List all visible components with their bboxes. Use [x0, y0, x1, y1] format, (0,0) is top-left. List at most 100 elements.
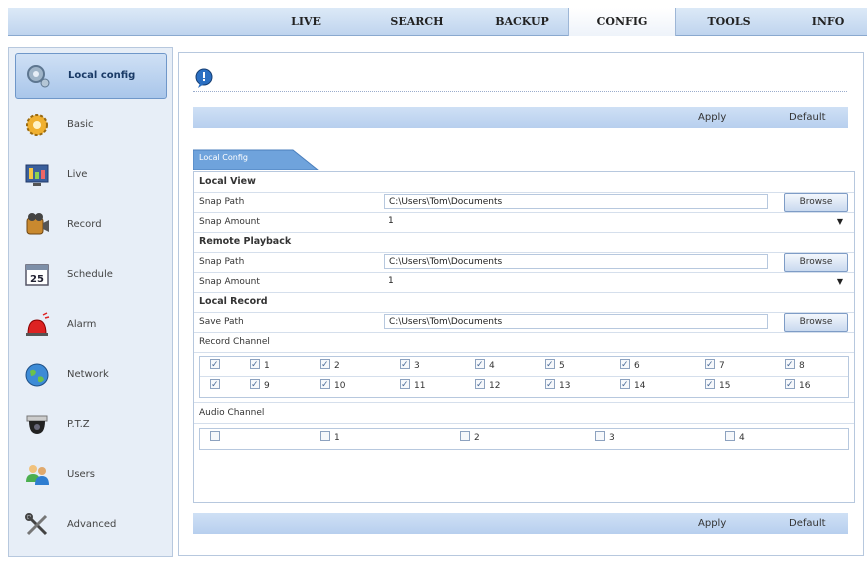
default-button[interactable]: Default: [789, 513, 826, 534]
record-channel-checkbox[interactable]: 3: [400, 356, 420, 375]
audio-channel-checkbox[interactable]: 4: [725, 429, 745, 447]
select-all-checkbox[interactable]: [210, 356, 224, 375]
sidebar-item-label: Network: [67, 369, 109, 380]
record-channel-checkbox[interactable]: 1: [250, 356, 270, 375]
sidebar-item-alarm[interactable]: Alarm: [15, 303, 165, 347]
checkbox-label: 1: [334, 433, 340, 443]
section-title: Local View: [199, 176, 256, 187]
checkbox-box: [545, 356, 555, 374]
gear-icon: [24, 62, 52, 90]
sidebar-item-network[interactable]: Network: [15, 353, 165, 397]
sidebar-item-label: P.T.Z: [67, 419, 90, 430]
default-button[interactable]: Default: [789, 107, 826, 128]
tab-tools[interactable]: TOOLS: [694, 8, 764, 35]
checkbox-box: [250, 376, 260, 394]
field-label: Snap Amount: [199, 217, 260, 227]
audio-channel-checkbox[interactable]: 2: [460, 429, 480, 447]
apply-button[interactable]: Apply: [698, 107, 726, 128]
record-camera-icon: [23, 211, 51, 239]
checkbox-label: 14: [634, 381, 646, 391]
checkbox-label: 13: [559, 381, 571, 391]
tab-local-config[interactable]: Local Config: [193, 148, 323, 170]
checkbox-label: 10: [334, 381, 346, 391]
tab-live[interactable]: LIVE: [276, 8, 336, 35]
section-remote-playback: Remote Playback: [194, 232, 854, 253]
sidebar-item-label: Record: [67, 219, 102, 230]
record-channel-checkbox[interactable]: 9: [250, 376, 270, 395]
subtab-label: Local Config: [199, 153, 248, 162]
sidebar-item-users[interactable]: Users: [15, 453, 165, 497]
record-channel-checkbox[interactable]: 2: [320, 356, 340, 375]
snap-path-field[interactable]: C:\Users\Tom\Documents: [384, 194, 768, 209]
checkbox-box: [705, 376, 715, 394]
checkbox-label: 2: [334, 361, 340, 371]
snap-amount-row: Snap Amount 1 ▼: [194, 272, 854, 293]
sidebar: Local config Basic Live Record 25 Schedu…: [8, 47, 173, 557]
save-path-field[interactable]: C:\Users\Tom\Documents: [384, 314, 768, 329]
checkbox-label: 3: [609, 433, 615, 443]
field-label: Audio Channel: [199, 408, 265, 418]
users-icon: [23, 461, 51, 489]
sidebar-item-ptz[interactable]: P.T.Z: [15, 403, 165, 447]
checkbox-box: [595, 431, 605, 441]
record-channel-checkbox[interactable]: 16: [785, 376, 811, 395]
field-label: Record Channel: [199, 337, 270, 347]
sidebar-item-basic[interactable]: Basic: [15, 103, 165, 147]
svg-text:25: 25: [30, 274, 44, 285]
record-channel-checkbox[interactable]: 13: [545, 376, 571, 395]
divider: [193, 91, 847, 92]
snap-amount-select[interactable]: 1 ▼: [384, 214, 849, 229]
record-channel-checkbox[interactable]: 12: [475, 376, 500, 395]
tab-info[interactable]: INFO: [798, 8, 858, 35]
record-channel-checkbox[interactable]: 5: [545, 356, 565, 375]
record-channel-checkbox[interactable]: 6: [620, 356, 640, 375]
tab-search[interactable]: SEARCH: [382, 8, 452, 35]
sidebar-item-live[interactable]: Live: [15, 153, 165, 197]
save-path-row: Save Path C:\Users\Tom\Documents Browse: [194, 312, 854, 333]
audio-channel-checkbox[interactable]: 1: [320, 429, 340, 447]
checkbox-box: [620, 376, 630, 394]
tab-config[interactable]: CONFIG: [568, 8, 676, 36]
browse-button[interactable]: Browse: [784, 193, 848, 212]
checkbox-label: 1: [264, 361, 270, 371]
audio-channel-grid: 1 2 3 4: [199, 428, 849, 450]
sidebar-item-schedule[interactable]: 25 Schedule: [15, 253, 165, 297]
tab-backup[interactable]: BACKUP: [482, 8, 562, 35]
field-label: Snap Path: [199, 197, 245, 207]
record-channel-checkbox[interactable]: 11: [400, 376, 425, 395]
sidebar-item-label: Advanced: [67, 519, 117, 530]
record-channel-checkbox[interactable]: 14: [620, 376, 646, 395]
record-channel-checkbox[interactable]: 7: [705, 356, 725, 375]
checkbox-box: [620, 356, 630, 374]
checkbox-label: 4: [489, 361, 495, 371]
select-all-checkbox[interactable]: [210, 376, 224, 395]
field-label: Snap Amount: [199, 277, 260, 287]
checkbox-label: 4: [739, 433, 745, 443]
apply-button[interactable]: Apply: [698, 513, 726, 534]
record-channel-checkbox[interactable]: 10: [320, 376, 346, 395]
checkbox-label: 5: [559, 361, 565, 371]
snap-path-field[interactable]: C:\Users\Tom\Documents: [384, 254, 768, 269]
checkbox-box: [210, 431, 220, 441]
checkbox-label: 2: [474, 433, 480, 443]
checkbox-label: 16: [799, 381, 811, 391]
field-label: Save Path: [199, 317, 244, 327]
sidebar-item-label: Users: [67, 469, 96, 480]
checkbox-label: 8: [799, 361, 805, 371]
sidebar-item-record[interactable]: Record: [15, 203, 165, 247]
record-channel-checkbox[interactable]: 15: [705, 376, 730, 395]
section-title: Local Record: [199, 296, 268, 307]
record-channel-checkbox[interactable]: 8: [785, 356, 805, 375]
checkbox-box: [320, 356, 330, 374]
select-all-checkbox[interactable]: [210, 429, 224, 447]
browse-button[interactable]: Browse: [784, 313, 848, 332]
sidebar-item-local-config[interactable]: Local config: [15, 53, 167, 99]
sidebar-item-advanced[interactable]: Advanced: [15, 503, 165, 547]
record-channel-checkbox[interactable]: 4: [475, 356, 495, 375]
checkbox-box: [475, 356, 485, 374]
checkbox-label: 3: [414, 361, 420, 371]
audio-channel-checkbox[interactable]: 3: [595, 429, 615, 447]
snap-amount-select[interactable]: 1 ▼: [384, 274, 849, 289]
browse-button[interactable]: Browse: [784, 253, 848, 272]
alarm-siren-icon: [23, 311, 51, 339]
